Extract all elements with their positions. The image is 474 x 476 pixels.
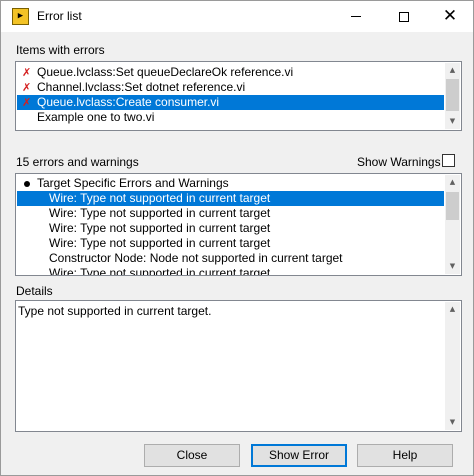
error-x-icon: ✗: [22, 96, 32, 109]
error-item[interactable]: Wire: Type not supported in current targ…: [17, 266, 444, 275]
error-item-selected[interactable]: Wire: Type not supported in current targ…: [17, 191, 444, 206]
maximize-button[interactable]: [381, 1, 427, 32]
errors-warnings-list[interactable]: Target Specific Errors and Warnings Wire…: [15, 173, 462, 276]
errors-count-label: 15 errors and warnings: [16, 155, 139, 169]
minimize-icon: [351, 16, 361, 17]
show-error-button[interactable]: Show Error: [251, 444, 347, 467]
items-with-errors-label: Items with errors: [16, 43, 105, 57]
scroll-up-icon[interactable]: ▲: [445, 63, 460, 78]
error-item[interactable]: Wire: Type not supported in current targ…: [17, 236, 444, 251]
bullet-icon: [24, 181, 30, 187]
error-item[interactable]: Constructor Node: Node not supported in …: [17, 251, 444, 266]
error-x-icon: ✗: [22, 81, 32, 94]
items-scrollbar[interactable]: ▲ ▼: [445, 63, 460, 129]
scroll-up-icon[interactable]: ▲: [445, 175, 460, 190]
scroll-down-icon[interactable]: ▼: [445, 114, 460, 129]
help-button[interactable]: Help: [357, 444, 453, 467]
scroll-thumb[interactable]: [446, 192, 459, 220]
close-icon: ✕: [442, 6, 458, 26]
errors-scrollbar[interactable]: ▲ ▼: [445, 175, 460, 274]
show-warnings-label[interactable]: Show Warnings: [357, 155, 441, 169]
scroll-thumb[interactable]: [446, 79, 459, 111]
details-text: Type not supported in current target.: [18, 304, 212, 318]
list-item[interactable]: ✗ Channel.lvclass:Set dotnet reference.v…: [17, 80, 444, 95]
error-list-window: ▶ Error list ✕ Items with errors ✗ Queue…: [0, 0, 474, 476]
scroll-up-icon[interactable]: ▲: [445, 302, 460, 317]
error-item[interactable]: Wire: Type not supported in current targ…: [17, 206, 444, 221]
show-warnings-checkbox[interactable]: [442, 154, 455, 167]
scroll-down-icon[interactable]: ▼: [445, 415, 460, 430]
maximize-icon: [399, 11, 409, 22]
details-label: Details: [16, 284, 53, 298]
details-box[interactable]: Type not supported in current target. ▲ …: [15, 300, 462, 432]
window-title: Error list: [37, 9, 82, 23]
error-x-icon: ✗: [22, 66, 32, 79]
error-item[interactable]: Wire: Type not supported in current targ…: [17, 221, 444, 236]
list-item[interactable]: Example one to two.vi: [17, 110, 444, 125]
title-bar[interactable]: ▶ Error list ✕: [1, 1, 473, 32]
details-scrollbar[interactable]: ▲ ▼: [445, 302, 460, 430]
close-button[interactable]: Close: [144, 444, 240, 467]
items-with-errors-list[interactable]: ✗ Queue.lvclass:Set queueDeclareOk refer…: [15, 61, 462, 131]
labview-app-icon: ▶: [12, 8, 29, 25]
list-item[interactable]: ✗ Queue.lvclass:Set queueDeclareOk refer…: [17, 65, 444, 80]
error-group-header[interactable]: Target Specific Errors and Warnings: [17, 176, 444, 191]
list-item-selected[interactable]: ✗ Queue.lvclass:Create consumer.vi: [17, 95, 444, 110]
close-window-button[interactable]: ✕: [427, 1, 473, 32]
scroll-down-icon[interactable]: ▼: [445, 259, 460, 274]
minimize-button[interactable]: [333, 1, 379, 32]
